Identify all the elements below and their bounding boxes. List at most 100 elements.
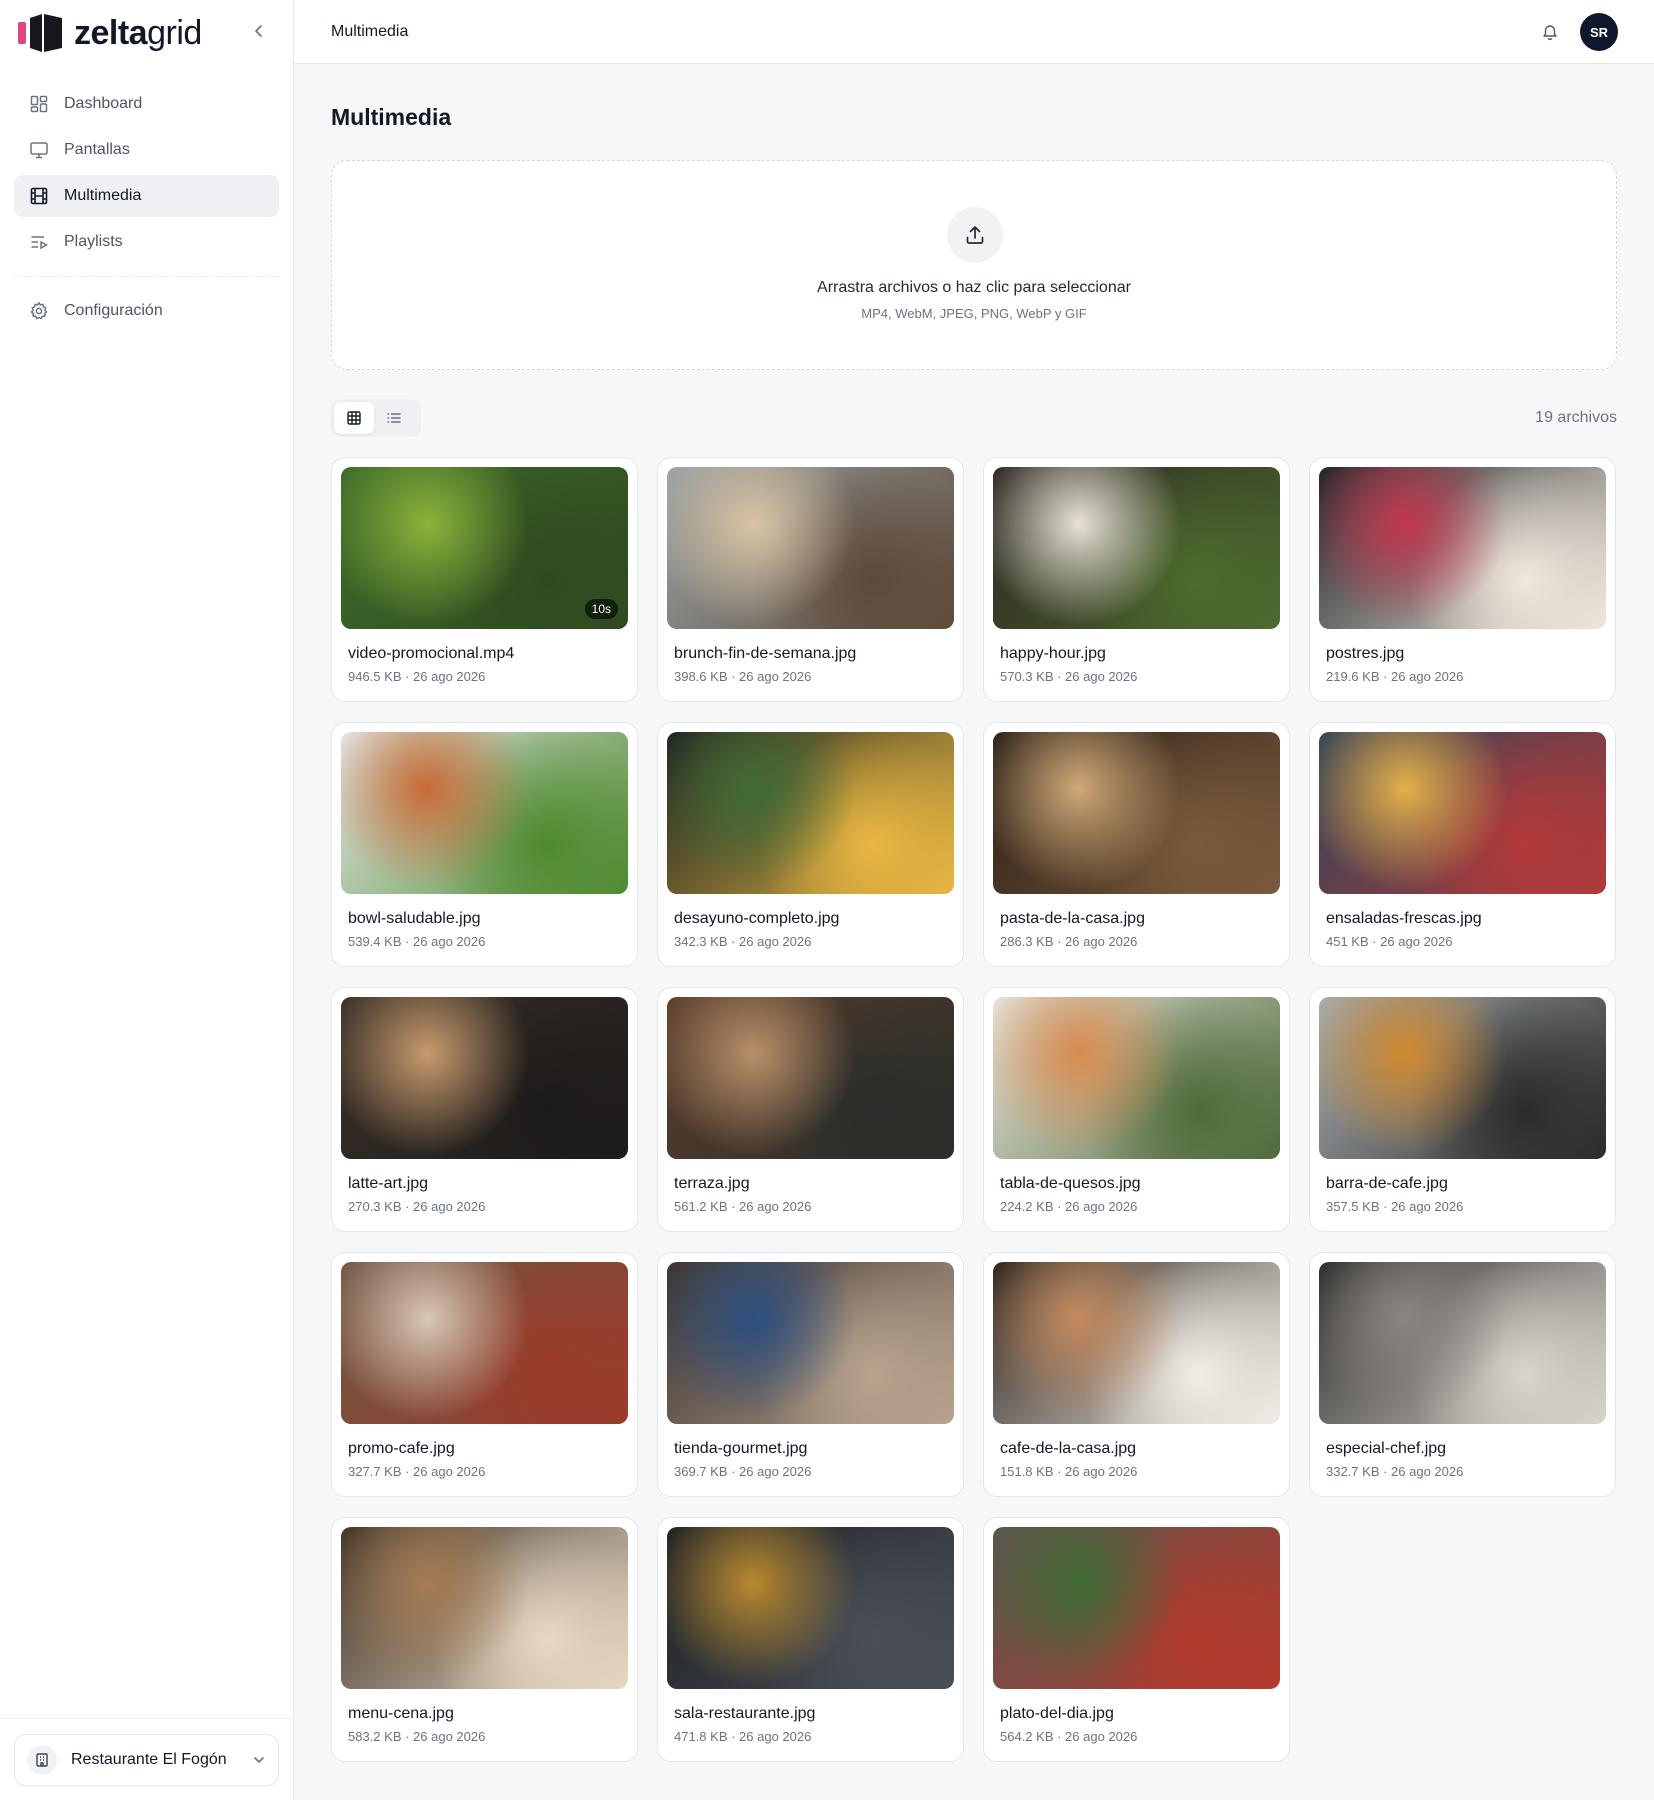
media-card[interactable]: brunch-fin-de-semana.jpg 398.6 KB · 26 ag…	[657, 457, 964, 702]
media-thumbnail	[341, 1527, 628, 1689]
sidebar-footer-divider	[0, 1718, 294, 1719]
sidebar-item-label: Multimedia	[64, 187, 142, 204]
media-meta: 398.6 KB · 26 ago 2026	[674, 669, 812, 684]
media-meta: 327.7 KB · 26 ago 2026	[348, 1464, 486, 1479]
sidebar-item-configuracion[interactable]: Configuración	[14, 290, 279, 332]
media-filename: video-promocional.mp4	[348, 645, 515, 662]
chevron-down-icon	[254, 1757, 264, 1763]
media-filename: cafe-de-la-casa.jpg	[1000, 1440, 1137, 1457]
media-card[interactable]: plato-del-dia.jpg 564.2 KB · 26 ago 2026	[983, 1517, 1290, 1762]
media-meta: 471.8 KB · 26 ago 2026	[674, 1729, 812, 1744]
media-filename: terraza.jpg	[674, 1175, 750, 1192]
sidebar-nav-secondary: Configuración	[14, 290, 279, 336]
media-card[interactable]: latte-art.jpg 270.3 KB · 26 ago 2026	[331, 987, 638, 1232]
media-card[interactable]: promo-cafe.jpg 327.7 KB · 26 ago 2026	[331, 1252, 638, 1497]
media-card[interactable]: happy-hour.jpg 570.3 KB · 26 ago 2026	[983, 457, 1290, 702]
media-card[interactable]: terraza.jpg 561.2 KB · 26 ago 2026	[657, 987, 964, 1232]
media-card[interactable]: desayuno-completo.jpg 342.3 KB · 26 ago 2…	[657, 722, 964, 967]
user-avatar[interactable]: SR	[1580, 13, 1618, 51]
sidebar-item-pantallas[interactable]: Pantallas	[14, 129, 279, 171]
dashboard-icon	[28, 93, 50, 115]
media-thumbnail	[993, 1527, 1280, 1689]
collapse-sidebar-button[interactable]	[248, 20, 270, 42]
zeltagrid-logo-icon	[18, 12, 66, 54]
media-card[interactable]: especial-chef.jpg 332.7 KB · 26 ago 2026	[1309, 1252, 1616, 1497]
media-card[interactable]: tienda-gourmet.jpg 369.7 KB · 26 ago 2026	[657, 1252, 964, 1497]
media-meta: 451 KB · 26 ago 2026	[1326, 934, 1453, 949]
dropzone-title: Arrastra archivos o haz clic para selecc…	[817, 279, 1131, 296]
media-card[interactable]: bowl-saludable.jpg 539.4 KB · 26 ago 2026	[331, 722, 638, 967]
media-filename: ensaladas-frescas.jpg	[1326, 910, 1482, 927]
media-card[interactable]: 10s video-promocional.mp4 946.5 KB · 26 ag…	[331, 457, 638, 702]
media-meta: 219.6 KB · 26 ago 2026	[1326, 669, 1464, 684]
media-thumbnail	[993, 732, 1280, 894]
media-filename: barra-de-cafe.jpg	[1326, 1175, 1448, 1192]
sidebar-item-playlists[interactable]: Playlists	[14, 221, 279, 263]
film-icon	[28, 185, 50, 207]
monitor-icon	[28, 139, 50, 161]
media-card[interactable]: tabla-de-quesos.jpg 224.2 KB · 26 ago 202…	[983, 987, 1290, 1232]
media-thumbnail: 10s	[341, 467, 628, 629]
media-filename: brunch-fin-de-semana.jpg	[674, 645, 857, 662]
media-filename: plato-del-dia.jpg	[1000, 1705, 1114, 1722]
media-meta: 539.4 KB · 26 ago 2026	[348, 934, 486, 949]
media-thumbnail	[1319, 732, 1606, 894]
upload-dropzone[interactable]: Arrastra archivos o haz clic para selecc…	[331, 160, 1617, 370]
media-card[interactable]: sala-restaurante.jpg 471.8 KB · 26 ago 20…	[657, 1517, 964, 1762]
media-filename: tienda-gourmet.jpg	[674, 1440, 808, 1457]
chevron-left-icon	[255, 25, 262, 37]
media-grid: 10s video-promocional.mp4 946.5 KB · 26 ag…	[331, 457, 1617, 1762]
media-card[interactable]: cafe-de-la-casa.jpg 151.8 KB · 26 ago 202…	[983, 1252, 1290, 1497]
video-duration-badge: 10s	[584, 599, 618, 619]
file-count: 19 archivos	[1535, 409, 1617, 426]
topbar: Multimedia SR	[294, 0, 1654, 64]
brand-name-bold: zelta	[74, 14, 148, 52]
playlist-icon	[28, 231, 50, 253]
media-thumbnail	[341, 1262, 628, 1424]
media-filename: happy-hour.jpg	[1000, 645, 1106, 662]
dropzone-formats: MP4, WebM, JPEG, PNG, WebP y GIF	[861, 306, 1087, 321]
media-thumbnail	[667, 997, 954, 1159]
media-meta: 564.2 KB · 26 ago 2026	[1000, 1729, 1138, 1744]
media-thumbnail	[993, 1262, 1280, 1424]
media-meta: 946.5 KB · 26 ago 2026	[348, 669, 486, 684]
view-mode-toggle	[331, 399, 421, 437]
media-filename: postres.jpg	[1326, 645, 1405, 662]
sidebar-item-dashboard[interactable]: Dashboard	[14, 83, 279, 125]
media-meta: 332.7 KB · 26 ago 2026	[1326, 1464, 1464, 1479]
list-view-button[interactable]	[374, 402, 414, 434]
media-filename: bowl-saludable.jpg	[348, 910, 481, 927]
sidebar-item-label: Pantallas	[64, 141, 130, 158]
media-filename: especial-chef.jpg	[1326, 1440, 1447, 1457]
brand-name: zeltagrid	[74, 16, 202, 50]
media-meta: 369.7 KB · 26 ago 2026	[674, 1464, 812, 1479]
list-icon	[387, 413, 401, 423]
grid-view-button[interactable]	[334, 402, 374, 434]
brand-logo[interactable]: zeltagrid	[18, 12, 202, 54]
media-thumbnail	[667, 467, 954, 629]
media-thumbnail	[341, 997, 628, 1159]
media-card[interactable]: ensaladas-frescas.jpg 451 KB · 26 ago 202…	[1309, 722, 1616, 967]
upload-icon	[947, 207, 1003, 263]
sidebar-item-label: Dashboard	[64, 95, 143, 112]
notifications-button[interactable]	[1538, 20, 1562, 44]
media-card[interactable]: pasta-de-la-casa.jpg 286.3 KB · 26 ago 20…	[983, 722, 1290, 967]
media-filename: desayuno-completo.jpg	[674, 910, 840, 927]
organization-selector[interactable]: Restaurante El Fogón	[14, 1734, 279, 1786]
bell-icon	[1543, 25, 1557, 41]
media-thumbnail	[1319, 1262, 1606, 1424]
media-card[interactable]: barra-de-cafe.jpg 357.5 KB · 26 ago 2026	[1309, 987, 1616, 1232]
media-meta: 357.5 KB · 26 ago 2026	[1326, 1199, 1464, 1214]
media-thumbnail	[993, 997, 1280, 1159]
media-thumbnail	[341, 732, 628, 894]
media-card[interactable]: menu-cena.jpg 583.2 KB · 26 ago 2026	[331, 1517, 638, 1762]
brand-name-light: grid	[147, 14, 202, 52]
page-title: Multimedia	[331, 104, 452, 130]
media-meta: 570.3 KB · 26 ago 2026	[1000, 669, 1138, 684]
breadcrumb: Multimedia	[331, 23, 409, 40]
media-meta: 151.8 KB · 26 ago 2026	[1000, 1464, 1138, 1479]
media-filename: pasta-de-la-casa.jpg	[1000, 910, 1145, 927]
sidebar-item-multimedia[interactable]: Multimedia	[14, 175, 279, 217]
media-card[interactable]: postres.jpg 219.6 KB · 26 ago 2026	[1309, 457, 1616, 702]
media-filename: latte-art.jpg	[348, 1175, 429, 1192]
